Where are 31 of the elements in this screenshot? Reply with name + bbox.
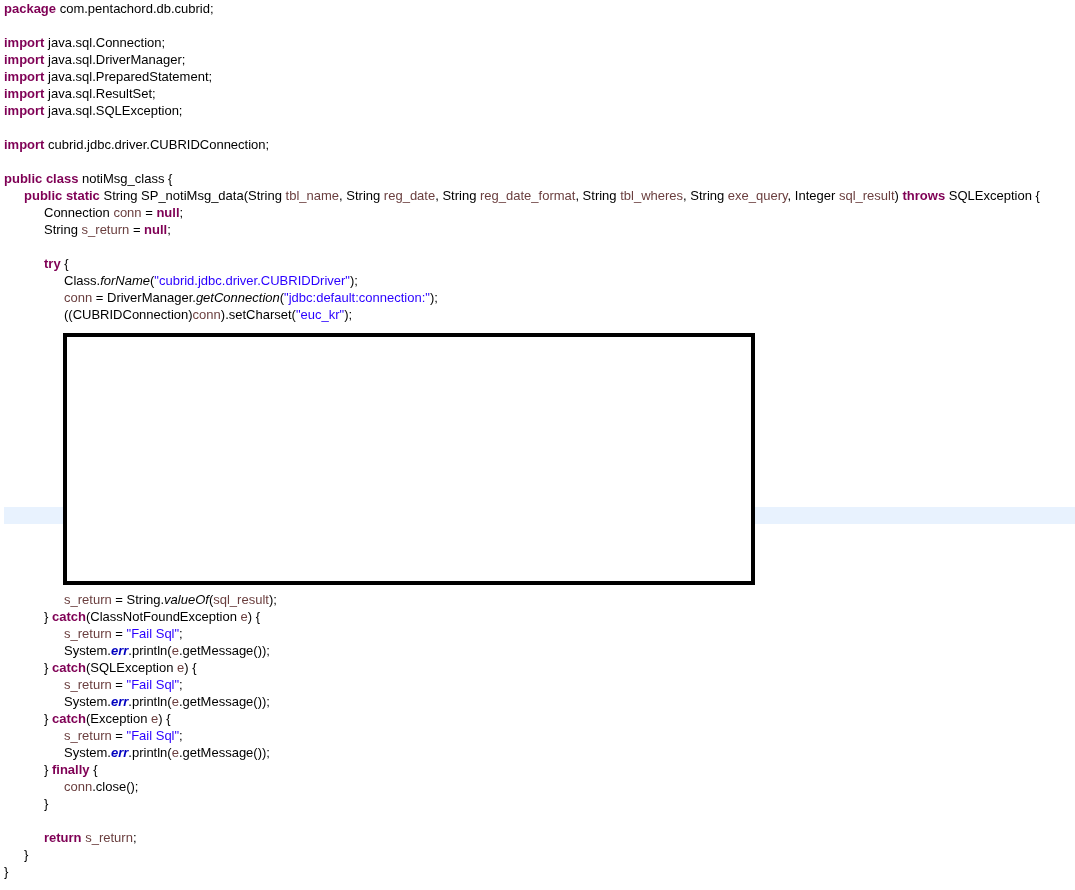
code-line: } catch(Exception e) { bbox=[44, 710, 171, 727]
code-line: } catch(SQLException e) { bbox=[44, 659, 197, 676]
code-line: System.err.println(e.getMessage()); bbox=[64, 693, 270, 710]
code-line: Class.forName("cubrid.jdbc.driver.CUBRIDDriver"); bbox=[64, 272, 358, 289]
code-line: package com.pentachord.db.cubrid; bbox=[4, 0, 214, 17]
code-line: import java.sql.PreparedStatement; bbox=[4, 68, 213, 85]
code-line: try { bbox=[44, 255, 69, 272]
code-line: public class notiMsg_class { bbox=[4, 170, 173, 187]
code-line: System.err.println(e.getMessage()); bbox=[64, 642, 270, 659]
code-line: conn = DriverManager.getConnection("jdbc:default:connection:"); bbox=[64, 289, 438, 306]
code-line: String s_return = null; bbox=[44, 221, 171, 238]
code-line: s_return = "Fail Sql"; bbox=[64, 676, 183, 693]
code-line: s_return = String.valueOf(sql_result); bbox=[64, 591, 277, 608]
code-line: import java.sql.SQLException; bbox=[4, 102, 183, 119]
code-line: return s_return; bbox=[44, 829, 137, 846]
code-line: import java.sql.Connection; bbox=[4, 34, 166, 51]
code-line: import cubrid.jdbc.driver.CUBRIDConnection; bbox=[4, 136, 270, 153]
code-line: } bbox=[24, 846, 29, 863]
code-line: conn.close(); bbox=[64, 778, 139, 795]
code-line: System.err.println(e.getMessage()); bbox=[64, 744, 270, 761]
code-line: } catch(ClassNotFoundException e) { bbox=[44, 608, 261, 625]
code-line: } finally { bbox=[44, 761, 98, 778]
code-line: public static String SP_notiMsg_data(String tbl_name, String reg_date, String reg_date_format, String tbl_wheres, String exe_query, Integer sql_result) throws SQLException { bbox=[24, 187, 1040, 204]
code-line: } bbox=[44, 795, 49, 812]
code-line: } bbox=[4, 863, 9, 880]
code-line: ((CUBRIDConnection)conn).setCharset("euc_kr"); bbox=[64, 306, 353, 323]
code-line: import java.sql.DriverManager; bbox=[4, 51, 186, 68]
code-line: s_return = "Fail Sql"; bbox=[64, 625, 183, 642]
code-line: Connection conn = null; bbox=[44, 204, 184, 221]
code-line: import java.sql.ResultSet; bbox=[4, 85, 156, 102]
code-line: s_return = "Fail Sql"; bbox=[64, 727, 183, 744]
